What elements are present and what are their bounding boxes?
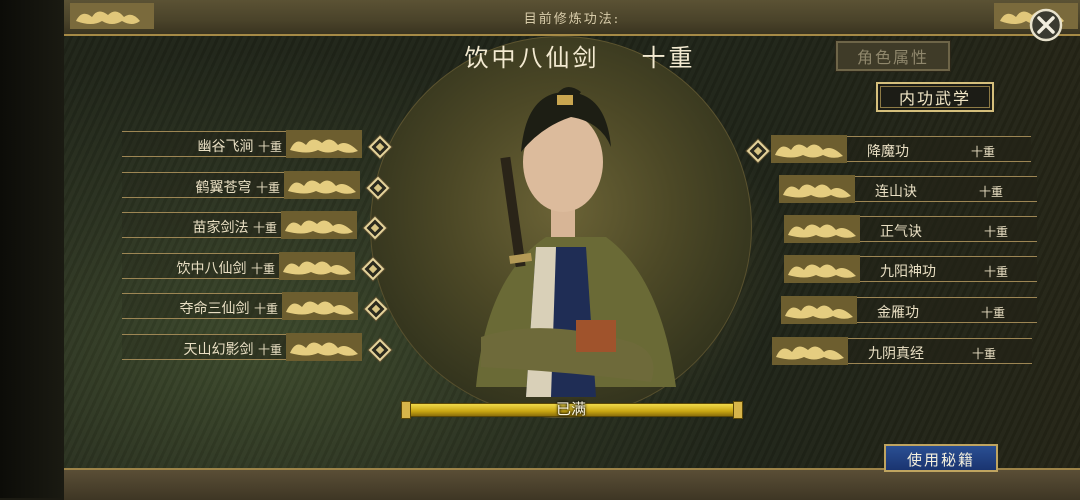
skill-name: 幽谷飞涧 <box>197 139 254 155</box>
attributes-tab[interactable]: 角色属性 <box>835 40 951 72</box>
skill-name: 九阴真经 <box>868 346 924 362</box>
cloud-badge-icon <box>284 171 360 199</box>
skill-level: 十重 <box>257 343 282 357</box>
skill-level: 十重 <box>981 306 1006 320</box>
current-skill-name: 饮中八仙剑 <box>464 44 600 72</box>
character-figure <box>476 87 676 397</box>
skill-text: 鹤翼苍穹 十重 <box>196 177 280 197</box>
skill-text: 夺命三仙剑 十重 <box>180 298 278 318</box>
skill-name: 夺命三仙剑 <box>179 301 250 317</box>
skill-level: 十重 <box>255 181 280 195</box>
use-manual-button[interactable]: 使用秘籍 <box>884 444 998 472</box>
skill-text: 苗家剑法 十重 <box>193 217 277 237</box>
left-edge <box>0 0 64 498</box>
left-skill-row[interactable]: 饮中八仙剑 十重 <box>122 252 355 280</box>
cloud-badge-icon <box>286 333 362 361</box>
left-skill-row[interactable]: 幽谷飞涧 十重 <box>122 130 362 158</box>
right-shade <box>764 0 1080 498</box>
cloud-badge-icon <box>282 292 358 320</box>
current-skill-title: 饮中八仙剑 十重 <box>430 38 730 73</box>
cloud-badge-icon <box>286 130 362 158</box>
left-skill-row[interactable]: 苗家剑法 十重 <box>122 211 357 239</box>
cloud-badge-icon <box>784 215 860 243</box>
top-banner: 目前修炼功法: <box>64 0 1080 36</box>
cultivation-label: 目前修炼功法: <box>523 12 621 27</box>
skill-text: 幽谷飞涧 十重 <box>198 136 282 156</box>
skill-name: 天山幻影剑 <box>183 342 254 358</box>
skill-name: 金雁功 <box>877 305 919 321</box>
skill-level: 十重 <box>250 262 275 276</box>
skill-level: 十重 <box>984 265 1009 279</box>
left-skill-row[interactable]: 鹤翼苍穹 十重 <box>122 171 360 199</box>
right-skill-row[interactable]: 金雁功 十重 <box>781 296 1037 324</box>
cloud-badge-icon <box>781 296 857 324</box>
cloud-badge-icon <box>281 211 357 239</box>
close-icon[interactable] <box>1029 8 1063 42</box>
right-skill-row[interactable]: 九阴真经 十重 <box>772 337 1032 365</box>
skill-level: 十重 <box>257 140 282 154</box>
skill-name: 连山诀 <box>875 184 917 200</box>
skill-name: 苗家剑法 <box>192 220 249 236</box>
skill-level: 十重 <box>252 221 277 235</box>
skill-level: 十重 <box>979 185 1004 199</box>
left-skill-row[interactable]: 夺命三仙剑 十重 <box>122 292 358 320</box>
right-skill-row[interactable]: 降魔功 十重 <box>771 135 1031 163</box>
cloud-badge-icon <box>779 175 855 203</box>
skill-level: 十重 <box>984 225 1009 239</box>
right-skill-row[interactable]: 九阳神功 十重 <box>784 255 1037 283</box>
skill-level: 十重 <box>972 347 997 361</box>
cloud-badge-icon <box>784 255 860 283</box>
skill-level: 十重 <box>971 145 996 159</box>
cloud-badge-icon <box>772 337 848 365</box>
right-skill-row[interactable]: 正气诀 十重 <box>784 215 1037 243</box>
current-skill-level: 十重 <box>641 44 696 72</box>
skill-name: 降魔功 <box>867 144 909 160</box>
skill-text: 饮中八仙剑 十重 <box>177 258 275 278</box>
cloud-badge-icon <box>279 252 355 280</box>
progress-label: 已满 <box>555 400 586 418</box>
cloud-badge-icon <box>771 135 847 163</box>
right-skill-row[interactable]: 连山诀 十重 <box>779 175 1037 203</box>
skill-text: 天山幻影剑 十重 <box>184 339 282 359</box>
skill-name: 正气诀 <box>880 224 922 240</box>
skill-level: 十重 <box>253 302 278 316</box>
left-skill-row[interactable]: 天山幻影剑 十重 <box>122 333 362 361</box>
neigong-tab[interactable]: 内功武学 <box>876 82 994 112</box>
skill-name: 鹤翼苍穹 <box>195 180 252 196</box>
skill-name: 九阳神功 <box>880 264 936 280</box>
character-portrait <box>370 36 752 418</box>
skill-name: 饮中八仙剑 <box>176 261 247 277</box>
